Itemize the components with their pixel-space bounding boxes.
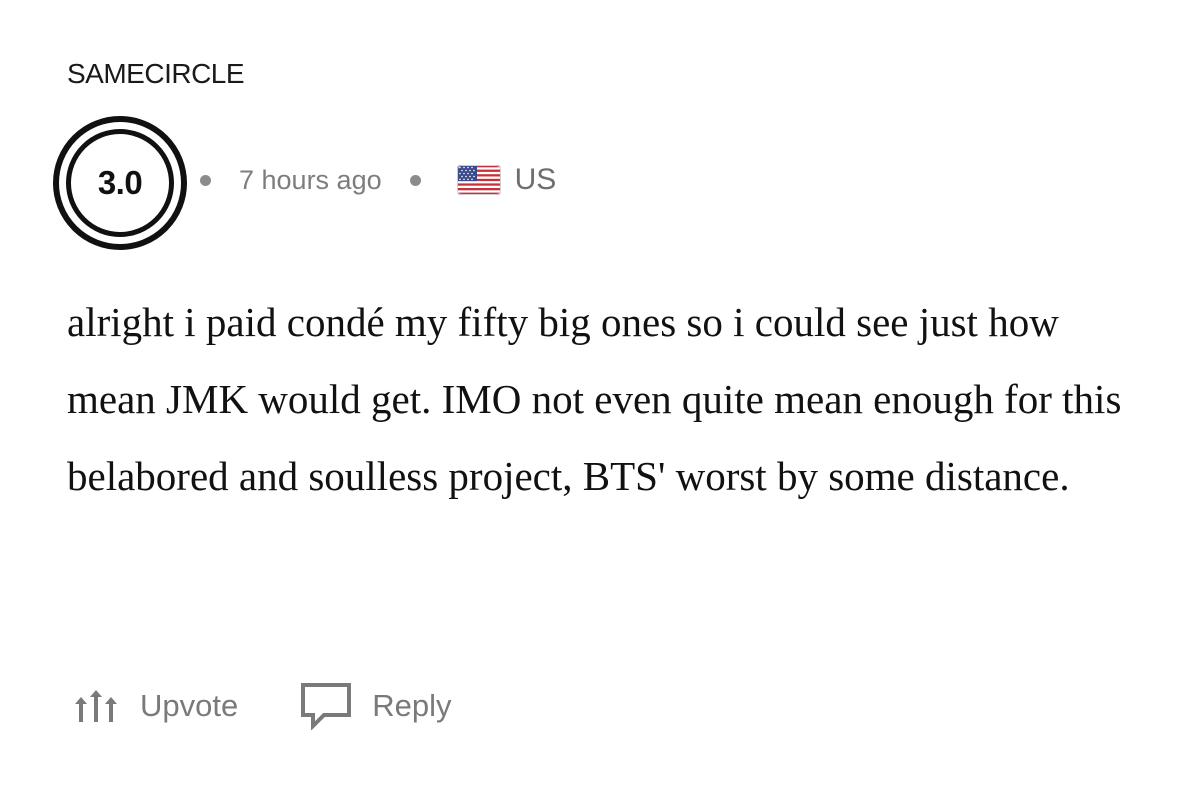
separator-dot: [200, 174, 211, 186]
reply-label: Reply: [372, 688, 452, 723]
score-badge: 3.0: [53, 116, 187, 250]
timestamp: 7 hours ago: [239, 164, 382, 195]
upvote-icon: [75, 690, 117, 722]
upvote-button[interactable]: Upvote: [74, 688, 238, 724]
review-text: alright i paid condé my fifty big ones s…: [67, 284, 1147, 515]
country-label: US: [514, 163, 557, 196]
reply-icon: [301, 683, 352, 730]
comment-actions: Upvote Reply: [74, 680, 452, 732]
upvote-label: Upvote: [140, 688, 239, 723]
comment-meta: 7 hours ago US: [200, 158, 556, 202]
score-value: 3.0: [97, 164, 143, 201]
review-body: alright i paid condé my fifty big ones s…: [67, 299, 1122, 499]
us-flag-icon: [456, 165, 501, 195]
score-badge-inner: 3.0: [66, 129, 174, 237]
username[interactable]: SAMECIRCLE: [67, 58, 245, 90]
separator-dot: [409, 174, 421, 186]
reply-button[interactable]: Reply: [300, 682, 452, 730]
